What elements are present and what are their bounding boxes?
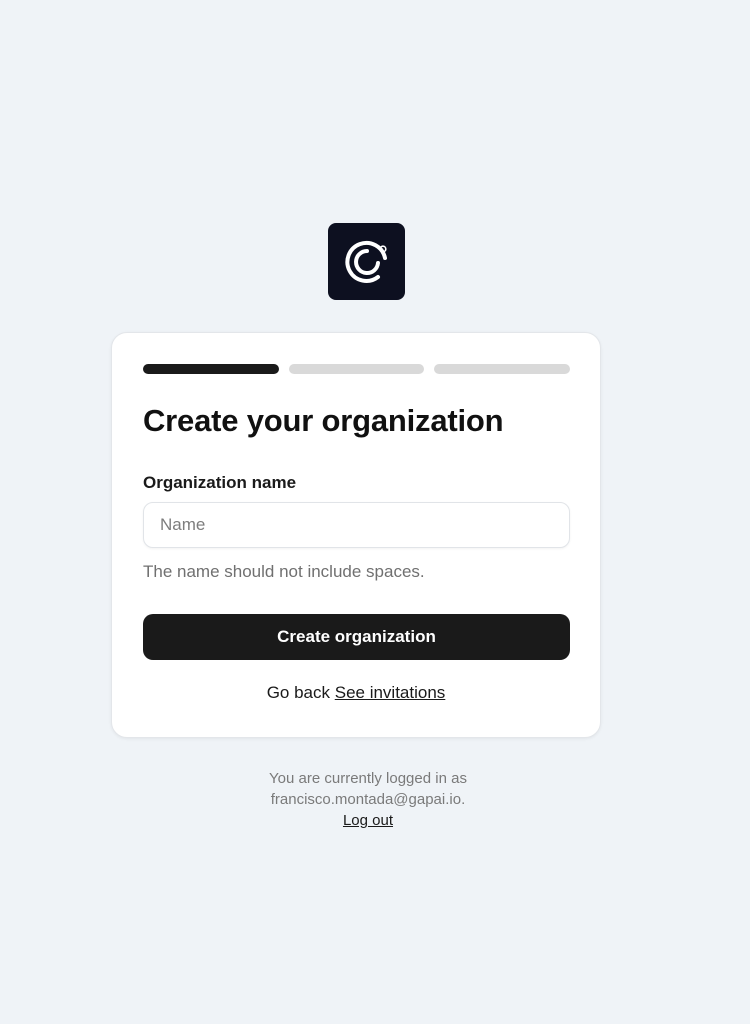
organization-name-label: Organization name (143, 473, 297, 492)
brand-logo-icon (344, 240, 387, 283)
create-organization-card: Create your organization Organization na… (111, 332, 601, 738)
organization-name-input[interactable] (143, 502, 570, 548)
progress-step-3 (434, 364, 571, 374)
name-hint: The name should not include spaces. (143, 562, 425, 581)
brand-logo (328, 223, 405, 300)
user-email: francisco.montada@gapai.io. (270, 791, 466, 808)
page-title: Create your organization (143, 403, 504, 438)
progress-step-1 (143, 364, 279, 374)
card-links: Go back See invitations (112, 683, 600, 703)
session-footer: You are currently logged in as francisco… (0, 768, 750, 831)
go-back-link[interactable]: Go back (267, 683, 330, 702)
logged-in-text: You are currently logged in as (269, 770, 467, 787)
logout-link[interactable]: Log out (343, 810, 393, 831)
progress-steps (143, 364, 571, 374)
see-invitations-link[interactable]: See invitations (335, 683, 446, 702)
create-organization-button[interactable]: Create organization (143, 614, 570, 660)
progress-step-2 (288, 364, 425, 374)
